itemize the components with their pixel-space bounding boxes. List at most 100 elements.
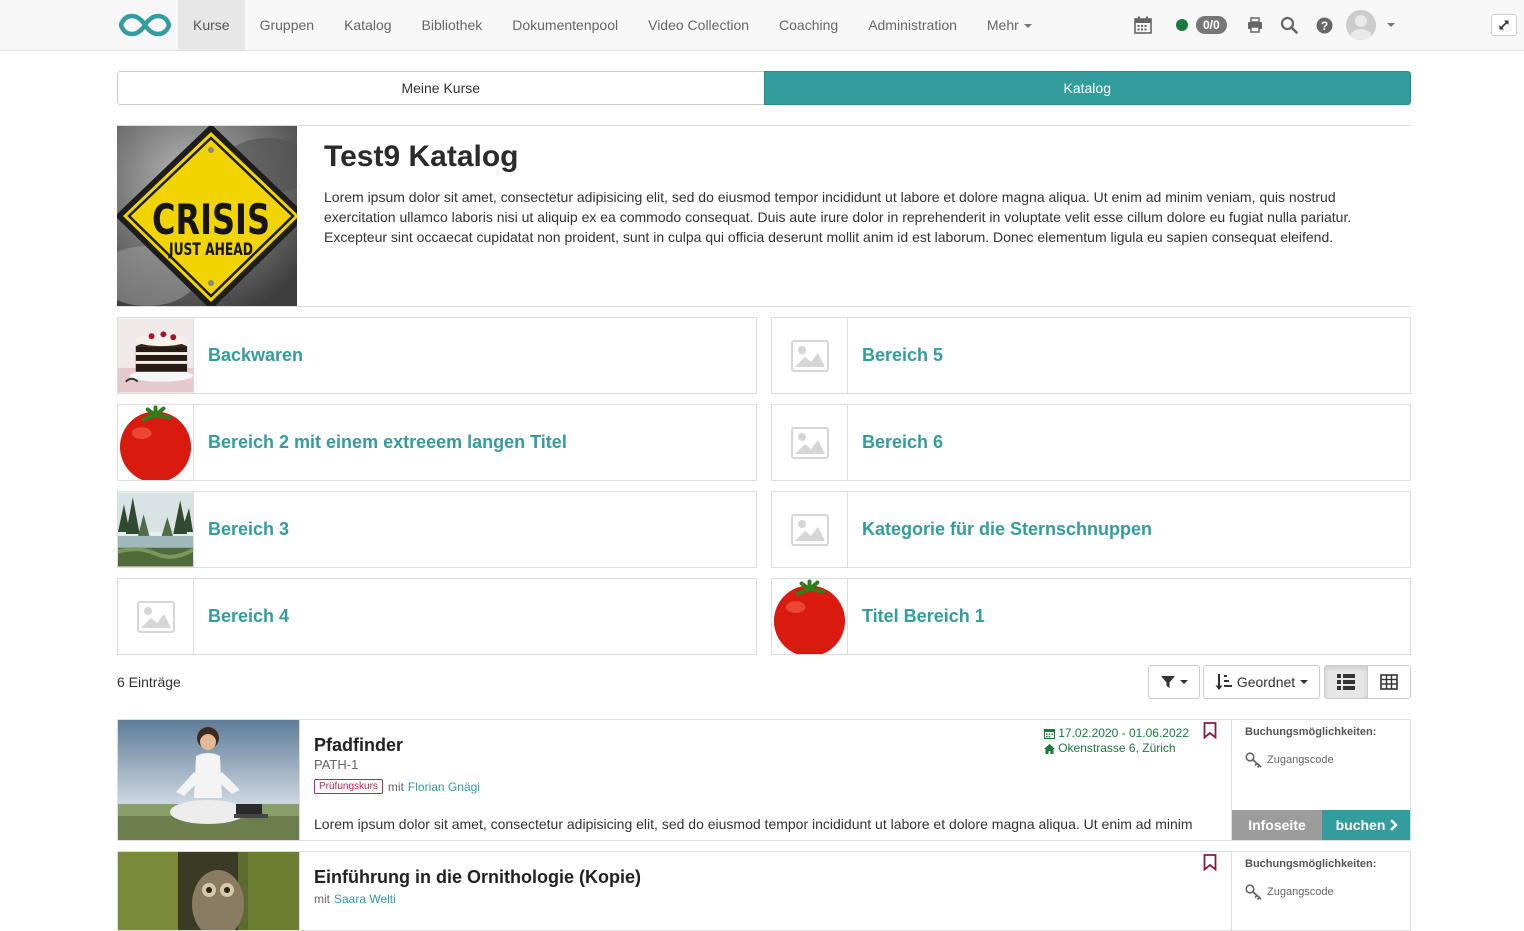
booking-panel: Buchungsmöglichkeiten: Zugangscode Infos… [1231,720,1410,840]
course-description: Lorem ipsum dolor sit amet, consectetur … [314,816,1193,838]
tomato-image [772,579,847,654]
category-tile-titel-bereich-1[interactable]: Titel Bereich 1 [771,578,1411,655]
nav-video-collection[interactable]: Video Collection [633,0,764,50]
filter-button[interactable] [1148,665,1200,699]
booking-method: Zugangscode [1245,884,1334,900]
booking-title: Buchungsmöglichkeiten: [1245,858,1377,870]
category-tile-bereich-3[interactable]: Bereich 3 [117,491,757,568]
category-title: Titel Bereich 1 [862,606,985,626]
category-thumbnail [118,405,194,480]
forest-image [118,492,193,567]
svg-text:?: ? [1321,18,1328,32]
sort-dropdown[interactable]: Geordnet [1203,665,1320,699]
course-meta: mit Saara Welti [314,892,396,906]
button-label: Infoseite [1248,817,1306,833]
image-placeholder-icon [790,513,829,546]
course-schedule: 17.02.2020 - 01.06.2022 Okenstrasse 6, Z… [1044,726,1189,756]
openolat-logo[interactable] [118,11,172,39]
nav-label: Mehr [986,17,1019,33]
booking-method-label: Zugangscode [1267,886,1334,898]
course-author: Saara Welti [334,892,396,906]
course-title[interactable]: Pfadfinder [314,735,403,756]
booking-panel: Buchungsmöglichkeiten: Zugangscode [1231,852,1410,930]
main-nav: Kurse Gruppen Katalog Bibliothek Dokumen… [178,0,1047,50]
filter-icon [1160,676,1175,688]
chat-count-badge[interactable]: 0/0 [1196,16,1227,34]
search-button[interactable] [1280,16,1298,34]
category-title: Backwaren [208,345,304,365]
category-thumbnail [118,492,194,567]
divider [117,306,1411,307]
category-tile-sternschnuppen[interactable]: Kategorie für die Sternschnuppen [771,491,1411,568]
nav-mehr-dropdown[interactable]: Mehr [972,0,1047,50]
calendar-button[interactable] [1134,16,1152,34]
image-placeholder-icon [790,339,829,372]
table-icon [1380,674,1398,690]
category-thumbnail [118,579,194,654]
bookmark-icon [1203,854,1217,872]
nav-tools: 0/0 ? [1134,0,1395,50]
bookmark-button[interactable] [1203,722,1217,744]
help-icon: ? [1316,17,1333,33]
category-tile-bereich-2[interactable]: Bereich 2 mit einem extreeem langen Tite… [117,404,757,481]
category-title: Bereich 5 [862,345,944,365]
chevron-down-icon [1023,24,1032,29]
nav-gruppen[interactable]: Gruppen [245,0,329,50]
nav-katalog[interactable]: Katalog [329,0,406,50]
print-button[interactable] [1247,17,1263,33]
booking-method-label: Zugangscode [1267,754,1334,766]
nav-coaching[interactable]: Coaching [764,0,853,50]
nav-kurse[interactable]: Kurse [178,0,245,50]
tomato-image [118,405,193,480]
calendar-icon [1044,729,1056,739]
list-view-button[interactable] [1324,665,1368,699]
category-title: Kategorie für die Sternschnuppen [862,519,1153,539]
top-navbar: Kurse Gruppen Katalog Bibliothek Dokumen… [0,0,1524,51]
course-thumbnail[interactable] [118,852,299,930]
sort-icon [1215,674,1232,690]
table-view-button[interactable] [1367,665,1411,699]
avatar[interactable] [1345,10,1376,40]
category-thumbnail [772,405,848,480]
with-prefix: mit [314,892,330,906]
info-page-button[interactable]: Infoseite [1232,810,1322,840]
course-thumbnail[interactable] [118,720,299,840]
category-title: Bereich 4 [208,606,290,626]
tab-meine-kurse[interactable]: Meine Kurse [117,71,764,105]
category-tile-bereich-4[interactable]: Bereich 4 [117,578,757,655]
expand-icon [1499,20,1509,30]
chevron-down-icon[interactable] [1386,23,1395,27]
key-icon [1245,884,1262,900]
tab-label: Meine Kurse [401,80,481,96]
category-title: Bereich 3 [208,519,290,539]
category-tile-bereich-5[interactable]: Bereich 5 [771,317,1411,394]
image-placeholder-icon [790,426,829,459]
page-title: Test9 Katalog [324,140,519,173]
nav-label: Administration [868,17,957,33]
course-image-meditation [118,720,299,840]
category-tile-backwaren[interactable]: Backwaren [117,317,757,394]
sign-text-crisis: CRISIS [152,195,270,244]
crisis-sign-image: CRISIS JUST AHEAD [117,126,297,306]
fullscreen-button[interactable] [1491,14,1517,36]
bookmark-icon [1203,722,1217,740]
nav-bibliothek[interactable]: Bibliothek [407,0,498,50]
help-button[interactable]: ? [1316,17,1333,34]
calendar-icon [1134,16,1152,34]
catalog-image: CRISIS JUST AHEAD [117,126,297,306]
nav-label: Katalog [344,17,392,33]
bookmark-button[interactable] [1203,854,1217,876]
online-status-dot[interactable] [1176,19,1188,31]
nav-administration[interactable]: Administration [853,0,972,50]
with-prefix: mit [387,779,404,794]
category-thumbnail [118,318,194,393]
category-tile-bereich-6[interactable]: Bereich 6 [771,404,1411,481]
category-title: Bereich 6 [862,432,944,452]
catalog-description: Lorem ipsum dolor sit amet, consectetur … [324,189,1352,245]
nav-label: Dokumentenpool [512,17,619,33]
course-title[interactable]: Einführung in die Ornithologie (Kopie) [314,867,641,888]
tab-katalog[interactable]: Katalog [763,71,1411,105]
book-button[interactable]: buchen [1322,810,1410,840]
nav-dokumentenpool[interactable]: Dokumentenpool [497,0,633,50]
course-external-ref: PATH-1 [314,757,359,772]
